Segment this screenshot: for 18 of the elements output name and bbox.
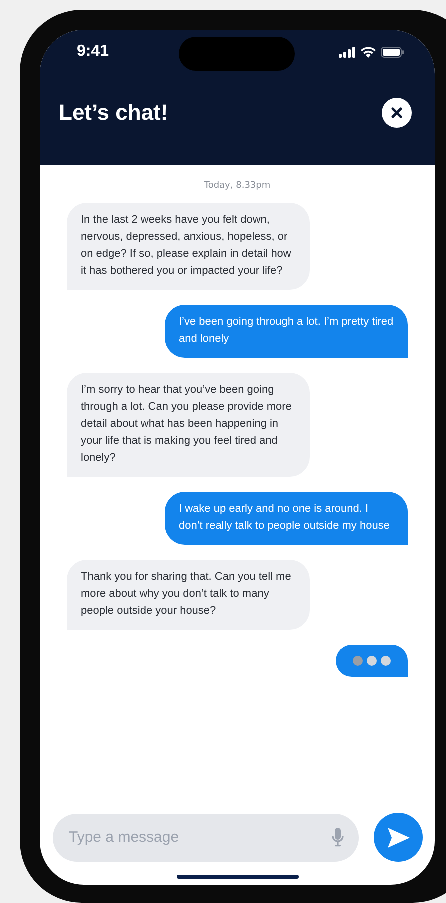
bot-message: I’m sorry to hear that you’ve been going through a lot. Can you please provide more detail about what has been happening in your life that is making you feel tired and lonely? [67, 373, 310, 477]
close-icon [391, 107, 403, 119]
signal-icon [339, 46, 356, 58]
bot-message: Thank you for sharing that. Can you tell me more about why you don’t talk to many people outside your house? [67, 560, 310, 630]
microphone-icon[interactable] [332, 828, 344, 846]
wifi-icon [361, 46, 376, 58]
chat-title: Let’s chat! [59, 100, 168, 126]
message-input-field[interactable]: Type a message [53, 814, 359, 862]
battery-icon [381, 46, 405, 58]
typing-indicator [336, 645, 408, 677]
status-time: 9:41 [77, 43, 110, 61]
user-message: I wake up early and no one is around. I don’t really talk to people outside my house [165, 492, 408, 545]
bot-message: In the last 2 weeks have you felt down, nervous, depressed, anxious, hopeless, or on edge? If so, please explain in detail how it has bothered you or impacted your life? [67, 203, 310, 290]
message-timestamp: Today, 8.33pm [204, 181, 271, 191]
send-button[interactable] [374, 813, 423, 862]
send-icon [386, 826, 410, 848]
user-message: I’ve been going through a lot. I’m pretty tired and lonely [165, 305, 408, 358]
close-button[interactable] [382, 98, 412, 128]
